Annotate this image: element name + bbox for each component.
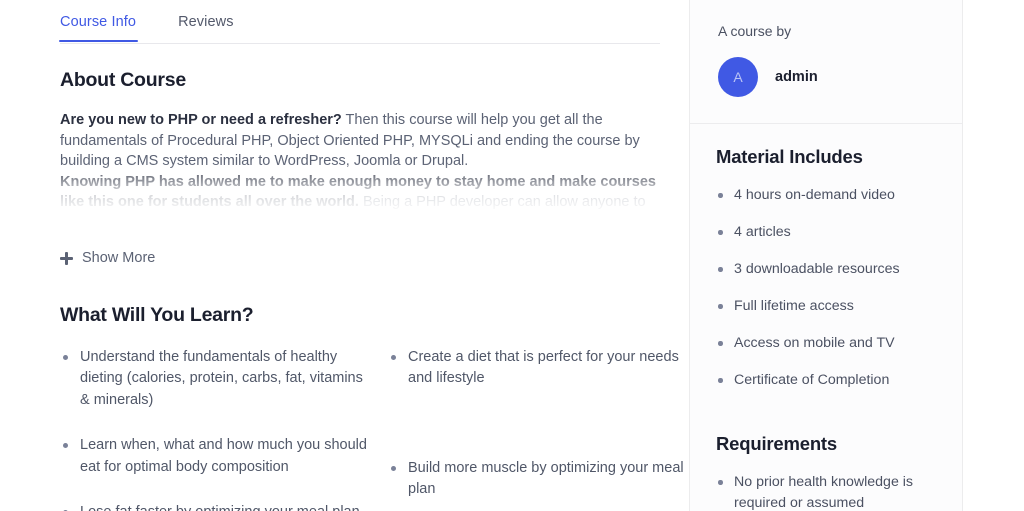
- author-name[interactable]: admin: [775, 69, 818, 85]
- author-card: A course by A admin: [690, 0, 962, 124]
- list-item: Create a diet that is perfect for your n…: [388, 347, 698, 390]
- list-item: Access on mobile and TV: [716, 333, 936, 354]
- about-course-heading: About Course: [60, 69, 186, 91]
- course-tabs: Course Info Reviews: [58, 13, 660, 44]
- show-more-button[interactable]: Show More: [60, 250, 155, 266]
- requirements-list: No prior health knowledge is required or…: [716, 472, 936, 511]
- list-item: Understand the fundamentals of healthy d…: [60, 347, 370, 412]
- learn-list-left: Understand the fundamentals of healthy d…: [60, 347, 370, 511]
- course-detail-page: Course Info Reviews About Course Are you…: [0, 0, 1024, 511]
- material-includes-heading: Material Includes: [716, 146, 863, 167]
- course-sidebar: A course by A admin Material Includes 4 …: [689, 0, 963, 511]
- material-includes-section: Material Includes 4 hours on-demand vide…: [690, 124, 962, 415]
- about-paragraph-1-lead: Are you new to PHP or need a refresher?: [60, 112, 342, 128]
- what-will-you-learn-heading: What Will You Learn?: [60, 303, 254, 326]
- show-more-label: Show More: [82, 250, 156, 266]
- tab-course-info[interactable]: Course Info: [58, 13, 139, 42]
- list-item: 3 downloadable resources: [716, 259, 936, 280]
- course-main-column: Course Info Reviews About Course Are you…: [58, 0, 720, 511]
- list-item: Full lifetime access: [716, 296, 936, 317]
- list-item: 4 hours on-demand video: [716, 185, 936, 206]
- author-card-label: A course by: [718, 23, 792, 39]
- list-item: No prior health knowledge is required or…: [716, 472, 936, 511]
- about-course-section: About Course Are you new to PHP or need …: [60, 69, 720, 270]
- about-course-body: Are you new to PHP or need a refresher? …: [60, 110, 720, 214]
- about-paragraph-2: Knowing PHP has allowed me to make enoug…: [60, 172, 660, 215]
- avatar: A: [718, 57, 758, 97]
- learn-list-right: Create a diet that is perfect for your n…: [388, 347, 698, 511]
- list-item: Lose fat faster by optimizing your meal …: [60, 502, 370, 511]
- material-includes-list: 4 hours on-demand video 4 articles 3 dow…: [716, 185, 936, 391]
- list-item: Learn when, what and how much you should…: [60, 435, 370, 478]
- requirements-heading: Requirements: [716, 433, 837, 454]
- requirements-section: Requirements No prior health knowledge i…: [690, 415, 962, 511]
- list-item: Build more muscle by optimizing your mea…: [388, 458, 698, 501]
- learn-grid: Understand the fundamentals of healthy d…: [60, 347, 720, 511]
- author-row[interactable]: A admin: [718, 57, 934, 97]
- tab-reviews[interactable]: Reviews: [178, 13, 234, 41]
- about-paragraph-1: Are you new to PHP or need a refresher? …: [60, 110, 660, 172]
- list-item: Certificate of Completion: [716, 370, 936, 391]
- what-will-you-learn-section: What Will You Learn? Understand the fund…: [60, 304, 720, 511]
- list-item: 4 articles: [716, 222, 936, 243]
- plus-icon: [60, 251, 73, 265]
